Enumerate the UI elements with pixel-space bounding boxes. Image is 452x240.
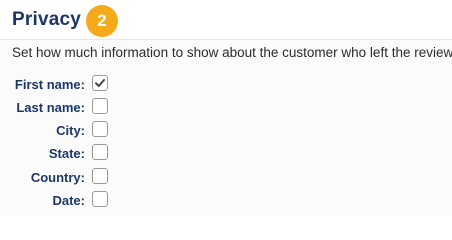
section-header: Privacy 2 <box>0 0 452 40</box>
field-label-state: State: <box>48 146 85 161</box>
country-checkbox[interactable] <box>92 168 108 184</box>
field-label-date: Date: <box>52 193 85 208</box>
field-row-country: Country: <box>0 168 140 188</box>
field-label-first-name: First name: <box>14 77 85 92</box>
field-label-country: Country: <box>30 170 85 185</box>
field-row-city: City: <box>0 121 140 141</box>
first-name-checkbox[interactable] <box>92 75 108 91</box>
privacy-panel: Privacy 2 Set how much information to sh… <box>0 0 452 215</box>
section-description: Set how much information to show about t… <box>12 45 452 60</box>
step-badge: 2 <box>86 5 118 37</box>
field-row-state: State: <box>0 144 140 164</box>
field-label-city: City: <box>56 123 85 138</box>
field-row-last-name: Last name: <box>0 98 140 118</box>
field-row-first-name: First name: <box>0 75 140 95</box>
field-row-date: Date: <box>0 191 140 211</box>
checkmark-icon <box>95 79 105 87</box>
city-checkbox[interactable] <box>92 121 108 137</box>
date-checkbox[interactable] <box>92 191 108 207</box>
field-label-last-name: Last name: <box>16 100 85 115</box>
state-checkbox[interactable] <box>92 144 108 160</box>
last-name-checkbox[interactable] <box>92 98 108 114</box>
section-title: Privacy <box>12 9 82 30</box>
